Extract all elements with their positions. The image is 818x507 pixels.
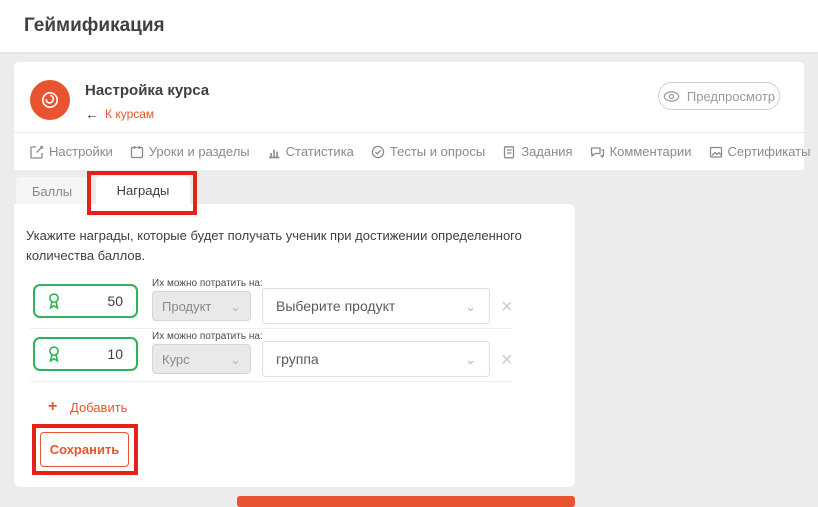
calendar-icon [130, 145, 144, 159]
reward-type-value: Продукт [162, 299, 211, 314]
spend-label: Их можно потратить на: [152, 331, 263, 342]
points-value: 10 [107, 346, 123, 362]
nav-label: Тесты и опросы [390, 144, 485, 159]
nav-item-lessons[interactable]: Уроки и разделы [130, 144, 250, 159]
medal-icon [46, 345, 62, 363]
tab-points[interactable]: Баллы [16, 177, 88, 205]
edit-icon [30, 145, 44, 159]
course-avatar [30, 80, 70, 120]
nav-label: Задания [521, 144, 572, 159]
spend-label: Их можно потратить на: [152, 278, 263, 289]
row-divider [30, 328, 512, 329]
eye-icon [663, 91, 680, 102]
remove-row-button[interactable]: × [501, 350, 513, 370]
check-circle-icon [371, 145, 385, 159]
image-icon [709, 145, 723, 159]
reward-target-value: группа [276, 351, 319, 367]
back-to-courses-link[interactable]: ← К курсам [85, 106, 154, 122]
nav-item-certificates[interactable]: Сертификаты [709, 144, 811, 159]
preview-button-label: Предпросмотр [687, 89, 775, 104]
chevron-down-icon: ⌄ [465, 300, 476, 313]
reward-type-value: Курс [162, 352, 190, 367]
points-input[interactable]: 10 [33, 337, 138, 371]
nav-item-comments[interactable]: Комментарии [590, 144, 692, 159]
nav-item-statistics[interactable]: Статистика [267, 144, 354, 159]
back-arrow-icon: ← [85, 106, 99, 122]
comments-icon [590, 145, 605, 159]
progress-bar [237, 496, 575, 507]
preview-button[interactable]: Предпросмотр [658, 82, 780, 110]
course-title: Настройка курса [85, 82, 209, 99]
medal-icon [46, 292, 62, 310]
nav-label: Статистика [286, 144, 354, 159]
nav-item-tasks[interactable]: Задания [502, 144, 572, 159]
reward-target-value: Выберите продукт [276, 298, 395, 314]
clipboard-icon [502, 145, 516, 159]
row-divider [30, 381, 512, 382]
points-input[interactable]: 50 [33, 284, 138, 318]
reward-type-select[interactable]: Курс ⌄ [152, 344, 251, 374]
reward-target-select[interactable]: группа ⌄ [262, 341, 490, 377]
chevron-down-icon: ⌄ [465, 353, 476, 366]
reward-target-select[interactable]: Выберите продукт ⌄ [262, 288, 490, 324]
add-reward-link[interactable]: Добавить [70, 400, 127, 415]
nav-label: Уроки и разделы [149, 144, 250, 159]
chevron-down-icon: ⌄ [230, 300, 241, 313]
plus-icon[interactable]: + [48, 398, 57, 416]
remove-row-button[interactable]: × [501, 297, 513, 317]
nav-item-settings[interactable]: Настройки [30, 144, 113, 159]
page-header: Геймификация [0, 0, 818, 52]
back-link-label: К курсам [105, 107, 154, 121]
points-value: 50 [107, 293, 123, 309]
course-nav: Настройки Уроки и разделы Статистика Тес… [14, 132, 804, 170]
bar-chart-icon [267, 145, 281, 159]
nav-label: Сертификаты [728, 144, 811, 159]
course-card: Настройка курса ← К курсам Предпросмотр … [14, 62, 804, 170]
page-title: Геймификация [24, 15, 165, 37]
rewards-description: Укажите награды, которые будет получать … [26, 226, 556, 266]
nav-label: Настройки [49, 144, 113, 159]
nav-item-tests[interactable]: Тесты и опросы [371, 144, 485, 159]
tab-rewards[interactable]: Награды [96, 176, 190, 204]
logo-icon [39, 89, 61, 111]
nav-label: Комментарии [610, 144, 692, 159]
save-button[interactable]: Сохранить [40, 432, 129, 467]
reward-type-select[interactable]: Продукт ⌄ [152, 291, 251, 321]
chevron-down-icon: ⌄ [230, 353, 241, 366]
